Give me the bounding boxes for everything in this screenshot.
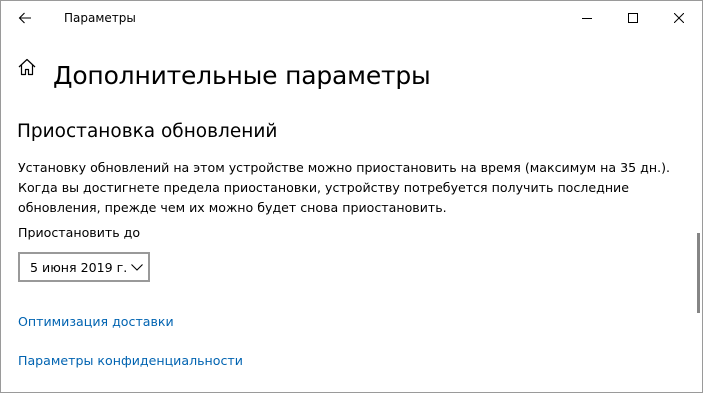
pause-until-value: 5 июня 2019 г. [30, 260, 128, 275]
pause-until-label: Приостановить до [18, 225, 141, 240]
title-bar: Параметры [1, 1, 702, 35]
close-icon [674, 13, 684, 23]
back-button[interactable] [1, 1, 49, 35]
page-header [17, 57, 37, 77]
scrollbar-thumb[interactable] [697, 233, 700, 313]
chevron-down-icon [131, 264, 143, 271]
page-title: Дополнительные параметры [53, 61, 431, 90]
minimize-icon [582, 18, 592, 19]
arrow-left-icon [18, 12, 31, 24]
maximize-button[interactable] [610, 1, 656, 35]
section-title: Приостановка обновлений [17, 121, 278, 142]
delivery-optimization-link[interactable]: Оптимизация доставки [18, 313, 174, 331]
minimize-button[interactable] [564, 1, 610, 35]
maximize-icon [628, 13, 638, 23]
close-button[interactable] [656, 1, 702, 35]
home-icon[interactable] [17, 57, 37, 77]
settings-window: Параметры Дополнительные параметры Приос… [0, 0, 703, 393]
window-title: Параметры [64, 11, 136, 25]
pause-until-dropdown[interactable]: 5 июня 2019 г. [18, 252, 150, 282]
pause-description: Установку обновлений на этом устройстве … [18, 160, 670, 215]
privacy-settings-link[interactable]: Параметры конфиденциальности [18, 352, 243, 370]
